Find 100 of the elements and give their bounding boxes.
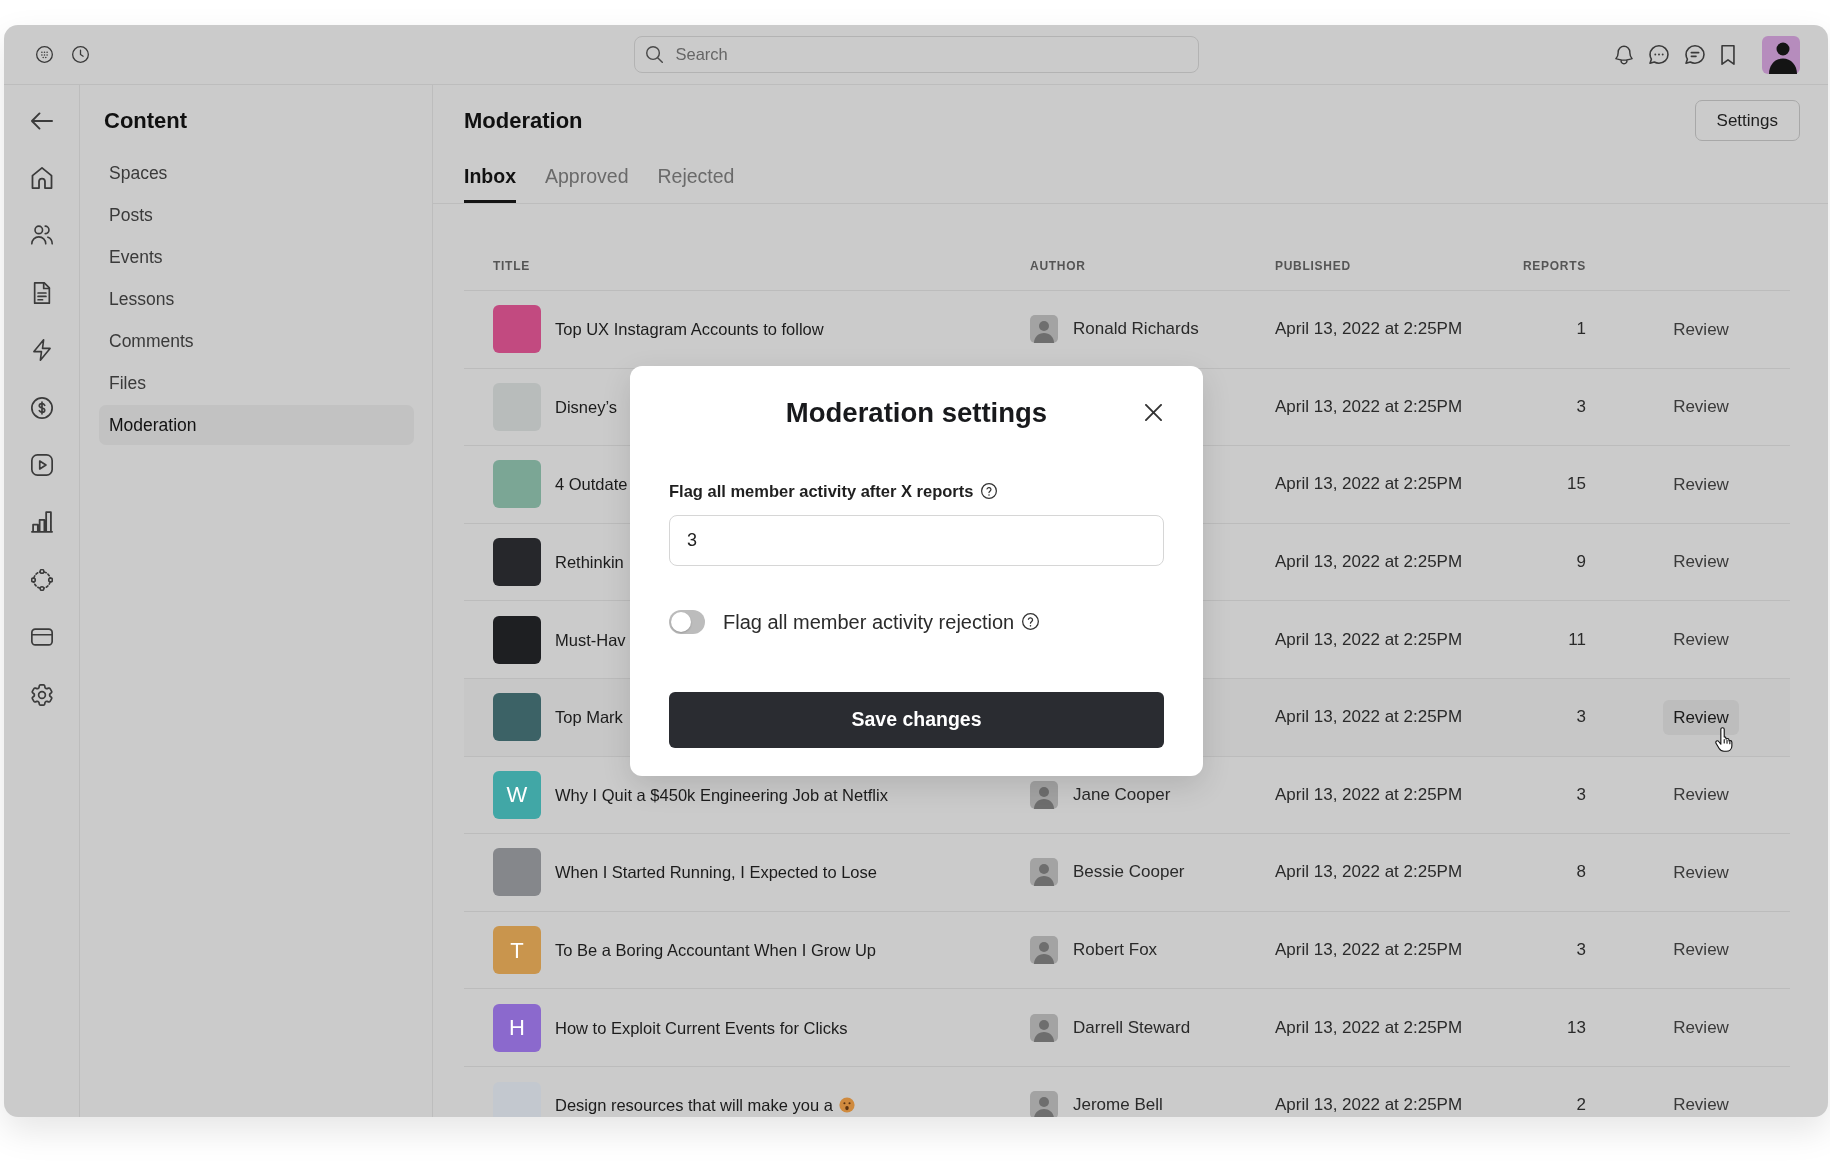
help-icon (981, 483, 998, 499)
tab[interactable]: Inbox (464, 160, 516, 203)
published-date: April 13, 2022 at 2:25PM (1275, 552, 1463, 573)
review-button[interactable]: Review (1663, 544, 1739, 580)
close-icon[interactable] (1145, 404, 1162, 421)
sidebar-title: Content (103, 107, 189, 135)
review-button[interactable]: Review (1663, 467, 1739, 502)
author-name: Jane Cooper (1073, 784, 1171, 805)
sidebar-item[interactable]: Moderation (99, 405, 414, 445)
avatar-icon[interactable] (1762, 35, 1800, 74)
page-title: Moderation (464, 107, 583, 135)
review-button[interactable]: Review (1663, 311, 1739, 347)
report-count: 8 (1576, 862, 1586, 883)
post-title: 4 Outdate (555, 474, 628, 495)
review-button[interactable]: Review (1663, 854, 1739, 890)
author-name: Jerome Bell (1073, 1094, 1163, 1115)
bookmark-icon[interactable] (1721, 44, 1735, 65)
report-count: 2 (1576, 1094, 1586, 1115)
hand-cursor-icon (1715, 726, 1734, 752)
report-count: 3 (1576, 707, 1586, 728)
published-date: April 13, 2022 at 2:25PM (1275, 474, 1463, 495)
settings-icon[interactable] (30, 683, 53, 706)
column-header: PUBLISHED (1275, 258, 1351, 275)
post-title: Rethinkin (555, 552, 624, 573)
avatar-icon (1030, 315, 1058, 344)
letter-tile: H (493, 1003, 541, 1052)
report-count: 13 (1567, 1017, 1586, 1038)
save-button[interactable]: Save changes (669, 692, 1164, 748)
post-title: Why I Quit a $450k Engineering Job at Netflix (555, 784, 888, 805)
play-icon[interactable] (30, 454, 53, 477)
back-arrow-icon[interactable] (30, 109, 53, 132)
avatar-icon (1030, 1013, 1058, 1042)
author-name: Ronald Richards (1073, 319, 1199, 340)
post-title: To Be a Boring Accountant When I Grow Up (555, 940, 876, 961)
card-icon[interactable] (30, 626, 53, 649)
sidebar-item[interactable]: Spaces (99, 153, 414, 193)
bar-chart-icon[interactable] (30, 511, 53, 534)
bell-icon[interactable] (1615, 44, 1633, 65)
review-button[interactable]: Review (1663, 932, 1739, 968)
review-button[interactable]: Review (1663, 777, 1739, 813)
published-date: April 13, 2022 at 2:25PM (1275, 707, 1463, 728)
sidebar-item[interactable]: Files (99, 363, 414, 403)
sidebar-item[interactable]: Events (99, 237, 414, 277)
avatar-icon (1030, 1090, 1058, 1117)
toggle-switch[interactable] (669, 609, 705, 634)
report-count: 3 (1576, 396, 1586, 417)
author-name: Darrell Steward (1073, 1017, 1191, 1038)
published-date: April 13, 2022 at 2:25PM (1275, 862, 1463, 883)
report-count: 3 (1576, 940, 1586, 961)
published-date: April 13, 2022 at 2:25PM (1275, 396, 1463, 417)
users-icon[interactable] (30, 224, 53, 247)
sidebar-item[interactable]: Posts (99, 195, 414, 235)
review-button[interactable]: Review (1663, 389, 1739, 425)
avatar-icon (1030, 858, 1058, 887)
apps-icon[interactable] (36, 46, 53, 63)
messages-icon[interactable] (1685, 45, 1705, 64)
report-count: 11 (1568, 629, 1586, 650)
column-header: AUTHOR (1030, 258, 1086, 275)
author-name: Bessie Cooper (1073, 862, 1185, 883)
lightning-icon[interactable] (30, 339, 53, 362)
dollar-icon[interactable] (30, 396, 53, 419)
dialog-title: Moderation settings (785, 397, 1048, 429)
dotted-circle-icon[interactable] (30, 568, 53, 591)
published-date: April 13, 2022 at 2:25PM (1275, 1094, 1463, 1115)
published-date: April 13, 2022 at 2:25PM (1275, 629, 1463, 650)
post-title: Must-Hav (555, 629, 626, 650)
published-date: April 13, 2022 at 2:25PM (1275, 784, 1463, 805)
settings-button[interactable]: Settings (1694, 100, 1800, 141)
published-date: April 13, 2022 at 2:25PM (1275, 319, 1463, 340)
review-button[interactable]: Review (1663, 622, 1739, 658)
clock-icon[interactable] (72, 46, 89, 63)
published-date: April 13, 2022 at 2:25PM (1275, 940, 1463, 961)
chat-icon[interactable] (1649, 45, 1669, 64)
avatar-icon (1030, 936, 1058, 965)
post-title: Top UX Instagram Accounts to follow (555, 319, 824, 340)
reports-input[interactable]: 3 (669, 515, 1164, 566)
search-field[interactable]: Search (633, 36, 1199, 73)
post-title: How to Exploit Current Events for Clicks (555, 1017, 848, 1038)
letter-tile: W (493, 770, 541, 819)
report-count: 3 (1576, 784, 1586, 805)
review-button[interactable]: Review (1663, 1010, 1739, 1046)
toggle-label: Flag all member activity rejection (723, 609, 1015, 635)
post-title: When I Started Running, I Expected to Lose (555, 862, 877, 883)
home-icon[interactable] (30, 167, 53, 190)
sidebar-item[interactable]: Lessons (99, 279, 414, 319)
author-name: Robert Fox (1073, 940, 1158, 961)
report-count: 15 (1567, 474, 1586, 495)
letter-tile: T (493, 926, 541, 975)
column-header: REPORTS (1522, 258, 1586, 275)
search-icon (645, 46, 663, 63)
sidebar-item[interactable]: Comments (99, 321, 414, 361)
report-count: 1 (1576, 319, 1586, 340)
post-title: Design resources that will make you a (555, 1094, 833, 1115)
help-icon (1022, 613, 1040, 630)
published-date: April 13, 2022 at 2:25PM (1275, 1017, 1463, 1038)
post-title: Top Mark (555, 707, 623, 728)
field-label: Flag all member activity after X reports (669, 480, 974, 502)
report-count: 9 (1576, 552, 1586, 573)
column-header: TITLE (493, 258, 530, 275)
review-button[interactable]: Review (1663, 1092, 1739, 1117)
